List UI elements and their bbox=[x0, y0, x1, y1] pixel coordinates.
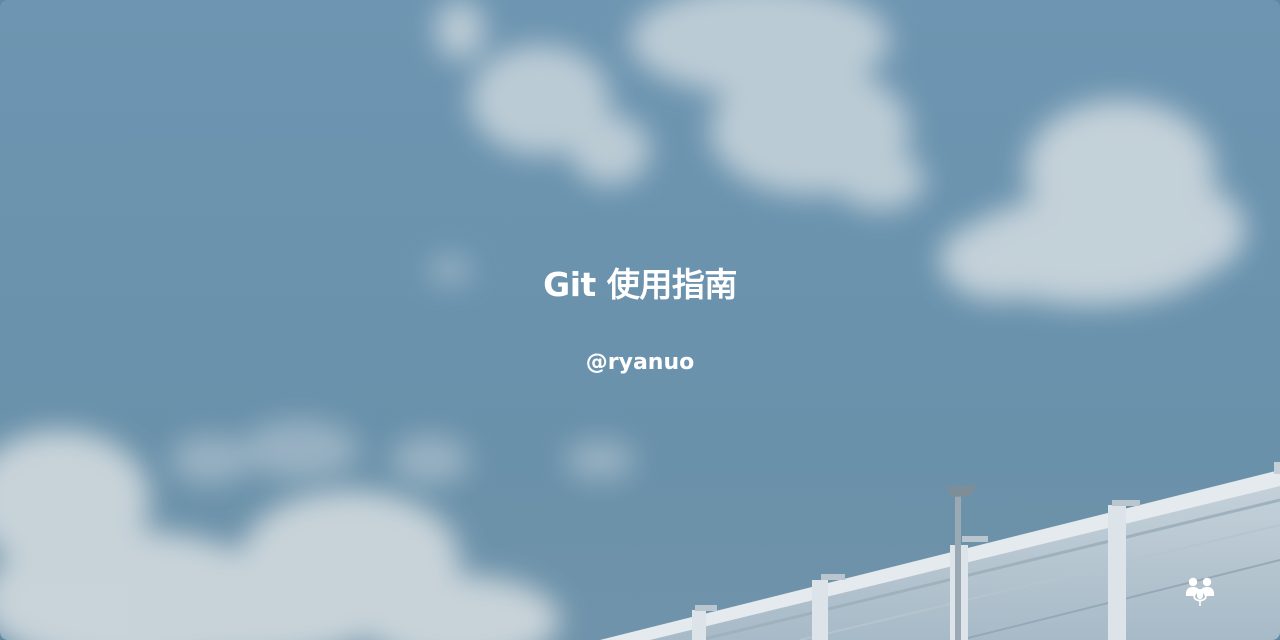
slide: Git 使用指南 @ryanuo bbox=[0, 0, 1280, 640]
title-slide: Git 使用指南 @ryanuo bbox=[0, 0, 1280, 640]
community-speaker-icon bbox=[1186, 577, 1214, 606]
slide-title: Git 使用指南 bbox=[543, 265, 737, 304]
author-handle: @ryanuo bbox=[585, 350, 695, 375]
